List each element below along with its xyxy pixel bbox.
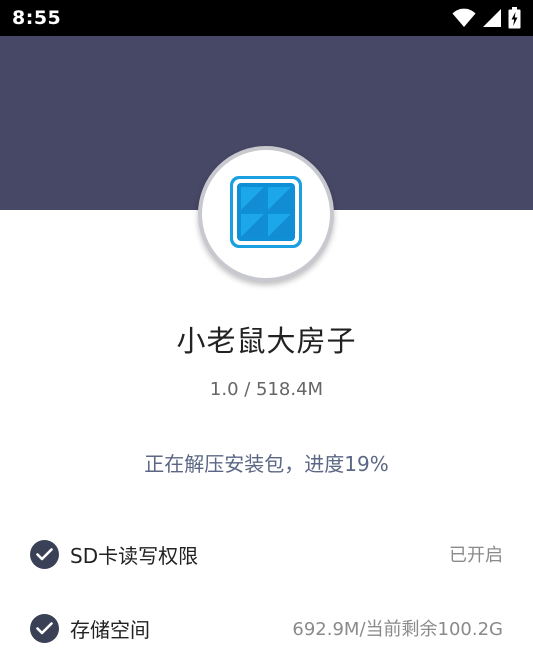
install-progress-text: 正在解压安装包，进度19% bbox=[144, 452, 389, 476]
install-screen: 8:55 小老鼠大房子 1.0 / 518.4M 正在解压安装包，进度19% S… bbox=[0, 0, 533, 648]
permission-status: 已开启 bbox=[449, 545, 503, 566]
windows-tile-icon bbox=[229, 175, 303, 253]
status-time: 8:55 bbox=[12, 7, 62, 29]
app-icon bbox=[198, 146, 334, 282]
app-version-size: 1.0 / 518.4M bbox=[209, 379, 324, 400]
app-name: 小老鼠大房子 bbox=[176, 324, 357, 358]
permission-row-storage: 存储空间 692.9M/当前剩余100.2G bbox=[30, 608, 503, 648]
app-icon-inner bbox=[207, 155, 325, 273]
wifi-icon bbox=[452, 8, 476, 28]
cell-signal-icon bbox=[482, 8, 502, 28]
storage-status: 692.9M/当前剩余100.2G bbox=[292, 619, 503, 640]
status-icons bbox=[452, 7, 521, 29]
check-icon bbox=[30, 539, 59, 569]
check-icon bbox=[30, 613, 59, 643]
permission-label: SD卡读写权限 bbox=[70, 543, 199, 568]
permission-label: 存储空间 bbox=[70, 617, 150, 642]
status-bar: 8:55 bbox=[0, 0, 533, 36]
battery-charging-icon bbox=[508, 7, 521, 29]
permission-row-sd-card: SD卡读写权限 已开启 bbox=[30, 534, 503, 574]
